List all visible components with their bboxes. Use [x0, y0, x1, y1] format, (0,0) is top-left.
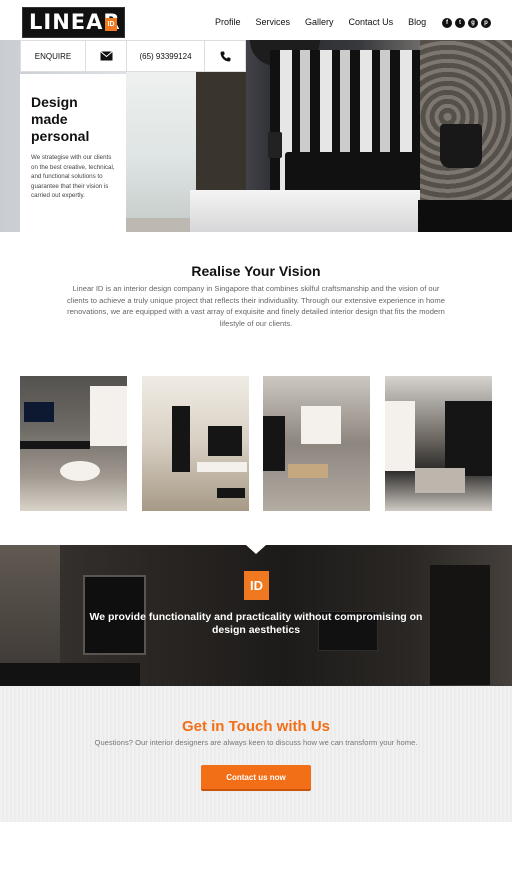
enquire-bar: ENQUIRE (65) 93399124 — [20, 40, 246, 72]
logo-badge: ID — [105, 18, 117, 31]
phone-icon — [220, 51, 230, 61]
contact-section — [0, 686, 512, 822]
banner-sofa — [0, 663, 140, 686]
gallery-window — [384, 401, 415, 471]
logo[interactable]: LINEAR ID — [22, 7, 125, 38]
twitter-icon[interactable]: t — [455, 18, 465, 28]
gallery-coffee-table — [60, 461, 100, 481]
gallery-cabinet — [263, 416, 286, 471]
gallery-window — [90, 386, 127, 446]
banner-notch — [246, 545, 266, 554]
contact-text: Questions? Our interior designers are al… — [94, 738, 418, 747]
hero-bed — [190, 190, 420, 232]
call-button[interactable] — [205, 41, 245, 71]
banner-text: We provide functionality and practicalit… — [89, 611, 423, 636]
hero-title: Design made personal — [31, 94, 90, 144]
hero-text: We strategise with our clients on the be… — [31, 154, 115, 199]
gallery-image-living-room[interactable] — [20, 376, 127, 511]
intro-text: Linear ID is an interior design company … — [67, 284, 445, 328]
gallery-image-open-plan[interactable] — [263, 376, 371, 511]
banner-badge: ID — [244, 571, 269, 600]
email-button[interactable] — [86, 41, 127, 71]
gallery-door — [171, 406, 190, 472]
main-nav: Profile Services Gallery Contact Us Blog — [215, 17, 441, 27]
gallery-pallet-table — [288, 464, 329, 478]
gallery-shelving — [444, 401, 492, 476]
enquire-button[interactable]: ENQUIRE — [21, 41, 86, 71]
gallery-armchair — [414, 468, 465, 493]
contact-us-button[interactable]: Contact us now — [201, 765, 311, 791]
hero-lamp-small — [268, 132, 282, 158]
gallery-cabinet — [20, 441, 90, 449]
hero-side-table — [418, 200, 512, 232]
facebook-icon[interactable]: f — [442, 18, 452, 28]
nav-profile[interactable]: Profile — [215, 17, 241, 27]
contact-title: Get in Touch with Us — [181, 718, 331, 735]
project-gallery — [20, 376, 492, 511]
gallery-ottoman — [216, 488, 245, 498]
envelope-icon — [99, 51, 113, 61]
nav-services[interactable]: Services — [256, 17, 291, 27]
gallery-image-dining[interactable] — [384, 376, 492, 511]
hero-lamp — [440, 124, 482, 168]
hero-card: Design made personal We strategise with … — [20, 74, 126, 232]
intro-title: Realise Your Vision — [191, 263, 321, 279]
gallery-tv — [24, 402, 54, 422]
gallery-tv — [207, 426, 242, 456]
nav-contact-us[interactable]: Contact Us — [349, 17, 394, 27]
google-plus-icon[interactable]: g — [468, 18, 478, 28]
pinterest-icon[interactable]: p — [481, 18, 491, 28]
gallery-opening — [301, 406, 342, 444]
social-links: f t g p — [442, 18, 491, 28]
site-header: LINEAR ID Profile Services Gallery Conta… — [0, 0, 512, 40]
banner-shelf — [430, 565, 490, 685]
gallery-console — [196, 462, 247, 472]
phone-number[interactable]: (65) 93399124 — [127, 41, 205, 71]
nav-gallery[interactable]: Gallery — [305, 17, 334, 27]
nav-blog[interactable]: Blog — [408, 17, 426, 27]
gallery-image-tv-room[interactable] — [141, 376, 249, 511]
